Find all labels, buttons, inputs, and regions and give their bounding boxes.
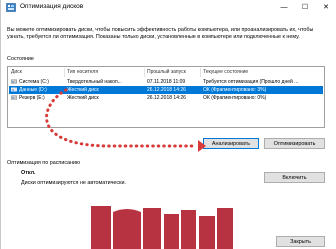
optimize-drives-window: Оптимизация дисков — ☐ ✕ Вы можете оптим… xyxy=(0,0,336,249)
header-separator xyxy=(64,68,65,77)
header-separator xyxy=(200,68,201,77)
cell-disk: Данные (D:) xyxy=(19,87,47,93)
cell-media: Твердотельный накоп... xyxy=(67,79,122,85)
window-title: Оптимизация дисков xyxy=(20,3,84,10)
header-last-run[interactable]: Прошлый запуск xyxy=(147,69,186,75)
cell-last-run: 07.11.2018 11:09 xyxy=(147,79,186,85)
title-bar: Оптимизация дисков — ☐ ✕ xyxy=(1,0,336,16)
maximize-button[interactable]: ☐ xyxy=(294,0,316,16)
cell-disk: Резерв (E:) xyxy=(19,95,45,101)
hard-drive-icon xyxy=(11,95,17,100)
schedule-note: Диски оптимизируются не автоматически. xyxy=(21,180,126,186)
header-media[interactable]: Тип носителя xyxy=(67,69,98,75)
hard-drive-icon xyxy=(11,79,17,84)
cell-disk: Система (C:) xyxy=(19,79,49,85)
drives-table: Диск Тип носителя Прошлый запуск Текущее… xyxy=(7,66,325,128)
analyze-button[interactable]: Анализировать xyxy=(203,138,259,149)
hard-drive-icon xyxy=(11,87,17,92)
table-row[interactable]: Система (C:) Твердотельный накоп... 07.1… xyxy=(9,78,323,86)
enable-schedule-button[interactable]: Включить xyxy=(264,172,325,183)
minimize-button[interactable]: — xyxy=(273,0,295,16)
cell-media: Жесткий диск xyxy=(67,95,99,101)
cell-last-run: 26.12.2018 14:26 xyxy=(147,87,186,93)
header-disk[interactable]: Диск xyxy=(11,69,22,75)
optimize-button[interactable]: Оптимизировать xyxy=(264,138,325,149)
header-separator xyxy=(144,68,145,77)
defrag-app-icon xyxy=(6,3,16,12)
schedule-state: Откл. xyxy=(21,170,36,176)
cell-status: ОК (Фрагментировано: 3%) xyxy=(203,87,267,93)
cell-status: Требуется оптимизация (Прошло дней ... xyxy=(203,79,299,85)
cell-status: ОК (Фрагментировано: 0%) xyxy=(203,95,267,101)
table-row[interactable]: Данные (D:) Жесткий диск 26.12.2018 14:2… xyxy=(9,86,323,94)
cell-last-run: 26.12.2018 14:26 xyxy=(147,95,186,101)
state-label: Состояние xyxy=(7,56,34,62)
table-row[interactable]: Резерв (E:) Жесткий диск 26.12.2018 14:2… xyxy=(9,94,323,102)
close-button[interactable]: Закрыть xyxy=(276,236,325,247)
intro-text: Вы можете оптимизировать диски, чтобы по… xyxy=(7,27,314,40)
cell-media: Жесткий диск xyxy=(67,87,99,93)
schedule-label: Оптимизация по расписанию xyxy=(7,160,81,166)
close-window-button[interactable]: ✕ xyxy=(315,0,336,16)
header-status[interactable]: Текущее состояние xyxy=(203,69,248,75)
